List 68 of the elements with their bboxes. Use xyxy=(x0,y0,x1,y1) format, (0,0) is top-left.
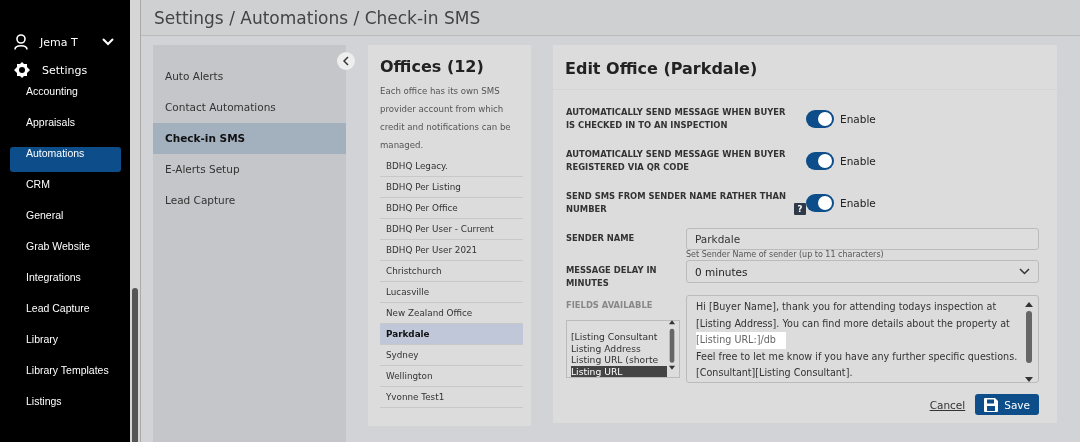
setting-label: SEND SMS FROM SENDER NAME RATHER THAN NUMBER xyxy=(566,189,788,216)
office-item[interactable]: Yvonne Test1 xyxy=(380,387,523,408)
office-item[interactable]: BDHQ Per Office xyxy=(380,198,523,219)
highlighted-text: [Listing URL:]/db xyxy=(696,332,786,349)
office-item[interactable]: Sydney xyxy=(380,345,523,366)
toggle-label: Enable xyxy=(840,112,876,125)
help-icon[interactable]: ? xyxy=(794,202,806,215)
submenu-item[interactable]: Auto Alerts xyxy=(153,61,346,92)
listbox-option[interactable]: Listing URL xyxy=(571,365,667,377)
message-text: Hi [Buyer Name], thank you for attending todays inspection at [Listing Address]. You can find more details about the property at xyxy=(696,300,1011,331)
hint-text: Set Sender Name of sender (up to 11 characters) xyxy=(686,250,885,260)
field-label: FIELDS AVAILABLE xyxy=(566,299,654,312)
office-item[interactable]: Parkdale xyxy=(380,324,523,345)
message-field[interactable] xyxy=(686,295,1039,383)
setting-label: AUTOMATICALLY SEND MESSAGE WHEN BUYER IS CHECKED IN TO AN INSPECTION xyxy=(566,105,787,132)
scrollbar-icon xyxy=(667,318,677,372)
sidebar-item[interactable]: General xyxy=(10,209,121,234)
submenu-item[interactable]: E-Alerts Setup xyxy=(153,154,346,185)
chevron-down-icon xyxy=(1019,268,1030,275)
sidebar-item[interactable]: CRM xyxy=(10,178,121,203)
office-item[interactable]: BDHQ Per User 2021 xyxy=(380,240,523,261)
setting-label: AUTOMATICALLY SEND MESSAGE WHEN BUYER REGISTERED VIA QR CODE xyxy=(566,147,787,174)
message-text: Feel free to let me know if you have any further specific questions. [Consultant][Listing Consultant]. xyxy=(696,349,1019,380)
sidebar-item[interactable]: Automations xyxy=(10,147,121,172)
office-item[interactable]: Lucasville xyxy=(380,282,523,303)
description-text: Each office has its own SMS provider account from which credit and notifications can be managed. xyxy=(380,85,512,152)
listbox-option[interactable]: Listing Address xyxy=(571,342,667,354)
submenu-item[interactable]: Contact Automations xyxy=(153,92,346,123)
collapse-button[interactable] xyxy=(337,52,355,70)
save-icon xyxy=(984,397,999,412)
listbox-option[interactable]: Listing URL (shorte xyxy=(571,354,667,366)
user-name[interactable]: Jema T xyxy=(40,35,90,49)
submenu-item[interactable]: Check-in SMS xyxy=(153,123,346,154)
panel-title: Offices (12) xyxy=(380,57,485,76)
office-item[interactable]: BDHQ Per User - Current xyxy=(380,219,523,240)
toggle-switch[interactable] xyxy=(806,151,834,170)
sidebar-item[interactable]: Accounting xyxy=(10,85,121,110)
field-label: MESSAGE DELAY IN MINUTES xyxy=(566,264,658,290)
toggle-label: Enable xyxy=(840,154,876,167)
settings-icon xyxy=(14,62,30,78)
toggle-label: Enable xyxy=(840,196,876,209)
delay-dropdown[interactable]: 0 minutes xyxy=(686,260,1039,283)
save-button[interactable]: Save xyxy=(975,394,1039,415)
listbox-option[interactable]: [Listing Consultant xyxy=(571,331,667,343)
toggle-switch[interactable] xyxy=(806,193,834,212)
user-icon xyxy=(14,34,28,50)
sidebar-item[interactable]: Listings xyxy=(10,395,121,420)
sidebar-item[interactable]: Lead Capture xyxy=(10,302,121,327)
cancel-link[interactable]: Cancel xyxy=(929,398,966,411)
sender-name-field[interactable]: Parkdale xyxy=(686,228,1039,250)
breadcrumb: Settings / Automations / Check-in SMS xyxy=(154,7,481,28)
sidebar-item[interactable]: Library Templates xyxy=(10,364,121,389)
fields-listbox[interactable]: [Listing Consultant Listing Address Listing URL (shorte Listing URL xyxy=(566,320,680,378)
sidebar-item[interactable]: Appraisals xyxy=(10,116,121,141)
toggle-switch[interactable] xyxy=(806,109,834,128)
field-label: SENDER NAME xyxy=(566,232,636,245)
chevron-down-icon xyxy=(102,38,114,46)
sidebar-item[interactable]: Library xyxy=(10,333,121,358)
office-item[interactable]: BDHQ Per Listing xyxy=(380,177,523,198)
sidebar-item[interactable]: Grab Website xyxy=(10,240,121,265)
office-item[interactable]: Christchurch xyxy=(380,261,523,282)
sidebar-item[interactable]: Integrations xyxy=(10,271,121,296)
panel-title: Edit Office (Parkdale) xyxy=(553,45,1057,90)
submenu-item[interactable]: Lead Capture xyxy=(153,185,346,216)
chevron-left-icon xyxy=(343,56,349,66)
office-item[interactable]: Wellington xyxy=(380,366,523,387)
office-item[interactable]: BDHQ Legacy. xyxy=(380,156,523,177)
settings-label: Settings xyxy=(42,63,88,77)
